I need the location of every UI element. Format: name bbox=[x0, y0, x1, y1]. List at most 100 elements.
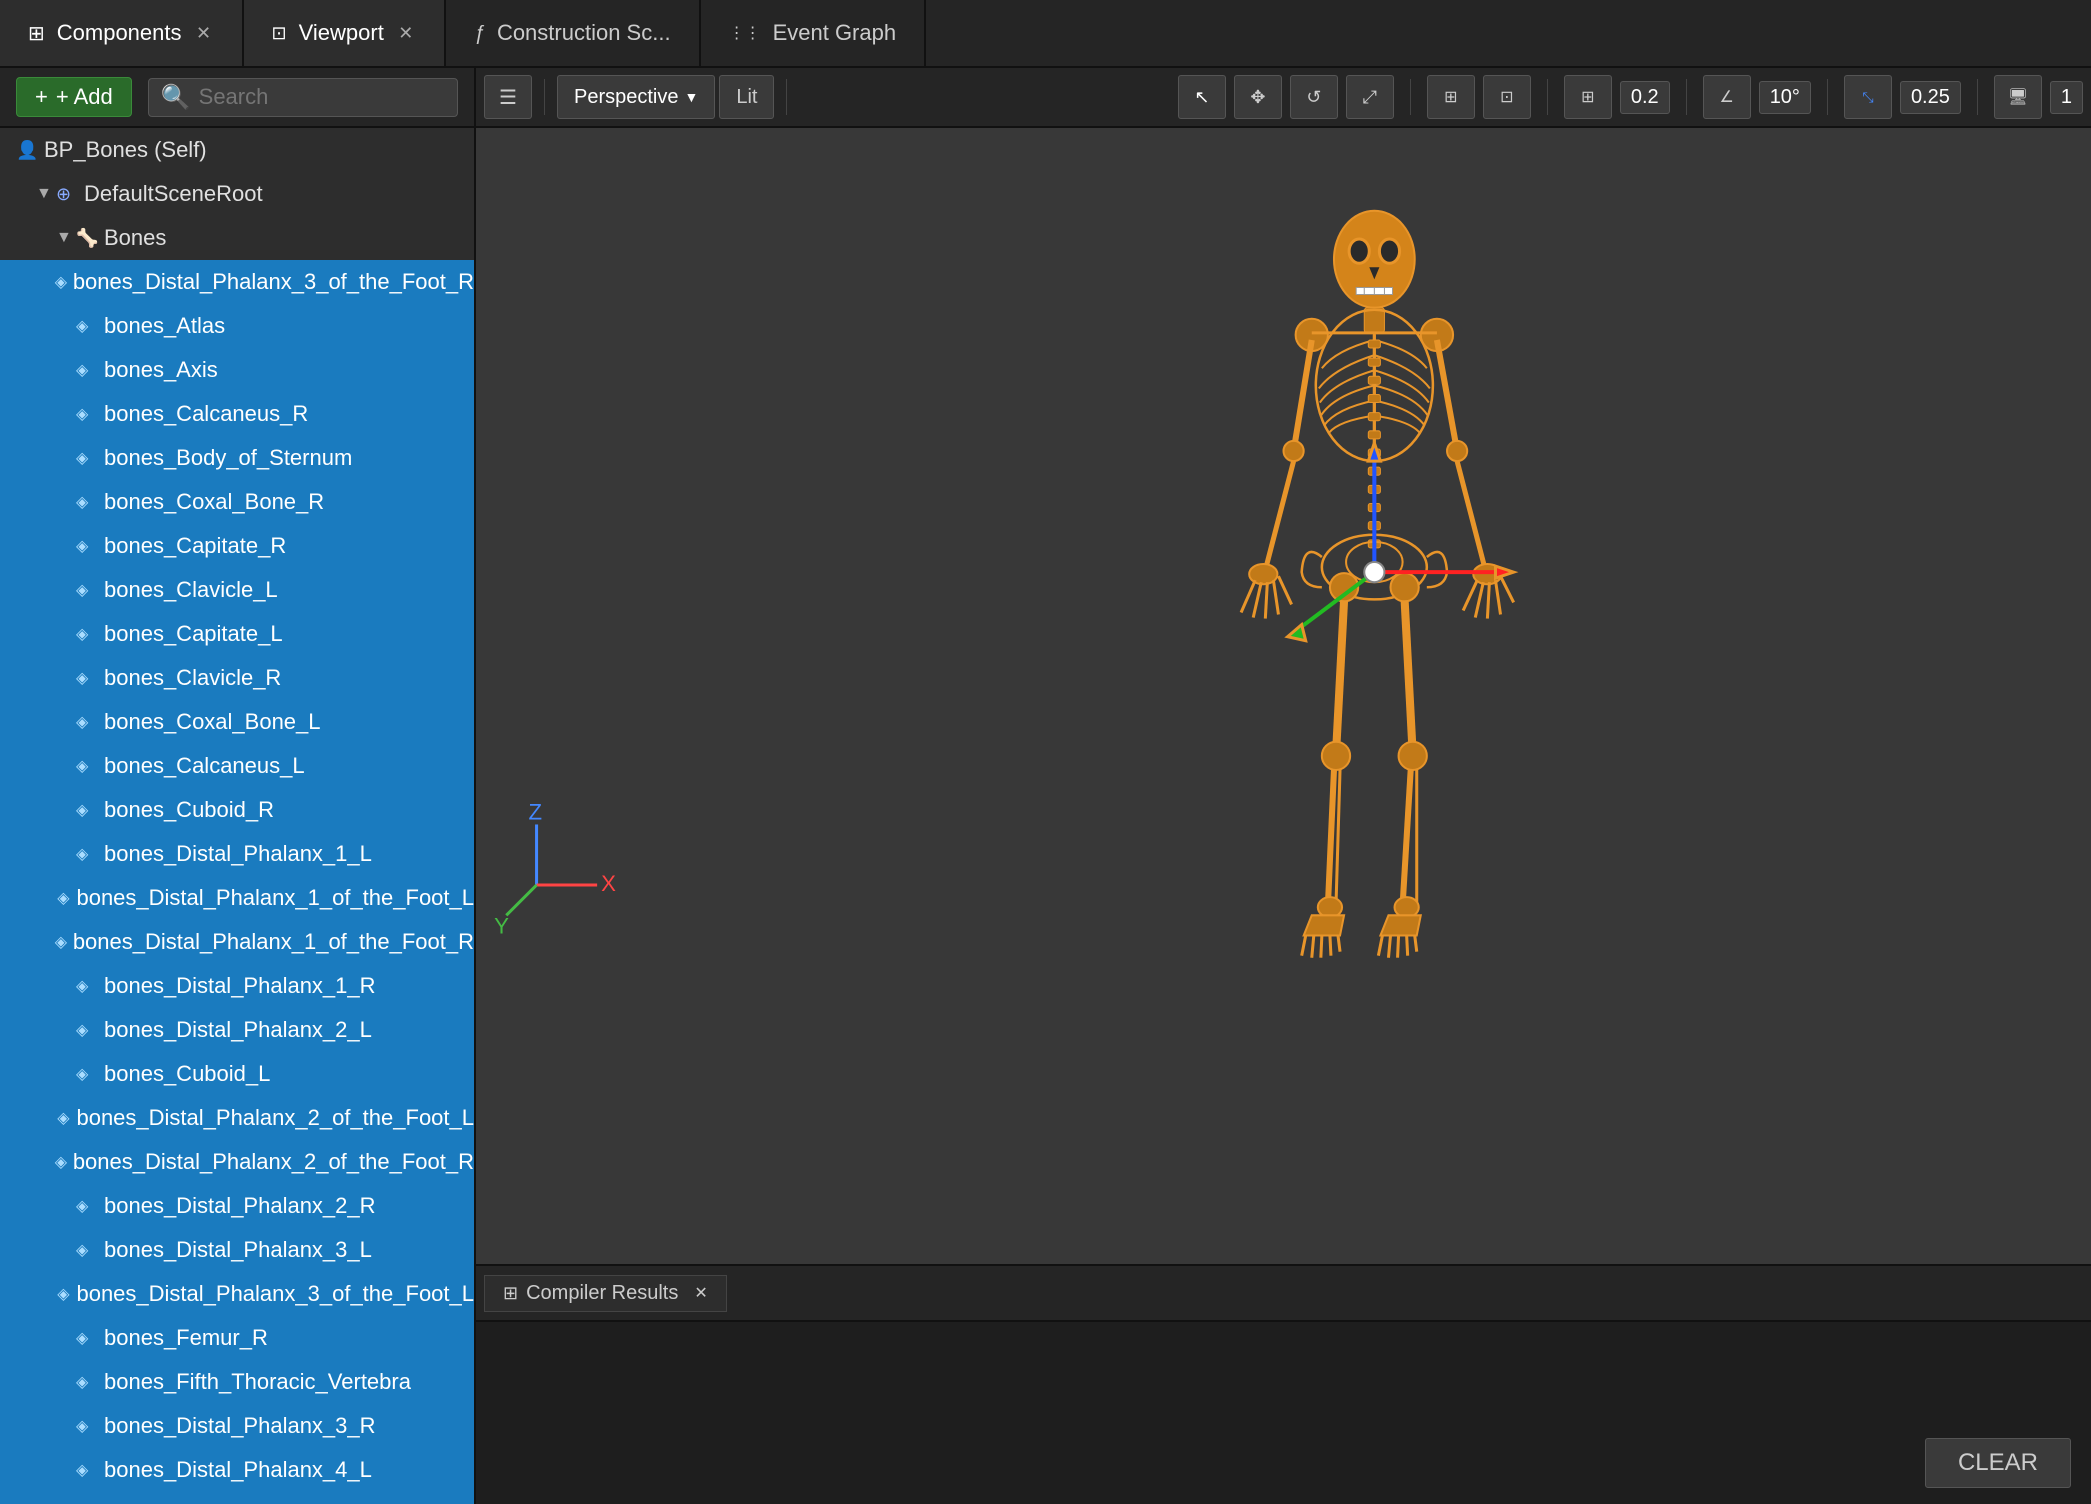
tree-item-b22[interactable]: ◈ bones_Distal_Phalanx_2_R bbox=[0, 1184, 474, 1228]
svg-text:X: X bbox=[601, 871, 616, 896]
tree-item-b6[interactable]: ◈ bones_Coxal_Bone_R bbox=[0, 480, 474, 524]
bone-icon-b8: ◈ bbox=[76, 580, 104, 600]
tree-item-b4[interactable]: ◈ bones_Calcaneus_R bbox=[0, 392, 474, 436]
lit-button[interactable]: Lit bbox=[719, 75, 774, 119]
lit-label: Lit bbox=[736, 86, 757, 109]
tree-item-b18[interactable]: ◈ bones_Distal_Phalanx_2_L bbox=[0, 1008, 474, 1052]
separator-6 bbox=[1827, 79, 1828, 115]
bone-icon-b26: ◈ bbox=[76, 1372, 104, 1392]
bone-label-b23: bones_Distal_Phalanx_3_L bbox=[104, 1237, 372, 1263]
compiler-results-tab-label: Compiler Results bbox=[526, 1282, 678, 1305]
bone-label-b5: bones_Body_of_Sternum bbox=[104, 445, 352, 471]
skeleton-svg: Z X Y bbox=[476, 128, 2091, 1036]
tree-item-b8[interactable]: ◈ bones_Clavicle_L bbox=[0, 568, 474, 612]
compiler-results-close-icon[interactable]: ✕ bbox=[694, 1283, 707, 1303]
tree-item-b2[interactable]: ◈ bones_Atlas bbox=[0, 304, 474, 348]
grid-value: 0.2 bbox=[1620, 81, 1670, 114]
bone-icon-b7: ◈ bbox=[76, 536, 104, 556]
bone-label-b13: bones_Cuboid_R bbox=[104, 797, 274, 823]
bone-icon-b21: ◈ bbox=[55, 1152, 73, 1172]
bone-label-b6: bones_Coxal_Bone_R bbox=[104, 489, 324, 515]
move-tool-button[interactable]: ✥ bbox=[1234, 75, 1282, 119]
tree-item-b21[interactable]: ◈ bones_Distal_Phalanx_2_of_the_Foot_R bbox=[0, 1140, 474, 1184]
tree-item-b12[interactable]: ◈ bones_Calcaneus_L bbox=[0, 744, 474, 788]
viewport-tab-close[interactable]: ✕ bbox=[396, 23, 416, 43]
right-panel: ☰ Perspective ▼ Lit ↖ ✥ ↺ ⤢ ⊞ bbox=[476, 68, 2091, 1504]
tree-item-b27[interactable]: ◈ bones_Distal_Phalanx_3_R bbox=[0, 1404, 474, 1448]
snap-button[interactable]: ⊞ bbox=[1427, 75, 1475, 119]
tree-item-default-scene-root[interactable]: ▼ ⊕ DefaultSceneRoot bbox=[0, 172, 474, 216]
tree-item-b15[interactable]: ◈ bones_Distal_Phalanx_1_of_the_Foot_L bbox=[0, 876, 474, 920]
bone-icon-b12: ◈ bbox=[76, 756, 104, 776]
clear-button[interactable]: CLEAR bbox=[1925, 1438, 2071, 1488]
tab-eventgraph[interactable]: ⋮⋮ Event Graph bbox=[701, 0, 927, 66]
separator-3 bbox=[1410, 79, 1411, 115]
tree-item-b13[interactable]: ◈ bones_Cuboid_R bbox=[0, 788, 474, 832]
add-button[interactable]: + + Add bbox=[16, 77, 132, 117]
bone-icon-b17: ◈ bbox=[76, 976, 104, 996]
separator-5 bbox=[1686, 79, 1687, 115]
person-icon: 👤 bbox=[16, 140, 44, 161]
select-cursor-button[interactable]: ↖ bbox=[1178, 75, 1226, 119]
tab-viewport[interactable]: ⊡ Viewport ✕ bbox=[244, 0, 446, 66]
tree-item-b16[interactable]: ◈ bones_Distal_Phalanx_1_of_the_Foot_R bbox=[0, 920, 474, 964]
tree-item-b19[interactable]: ◈ bones_Cuboid_L bbox=[0, 1052, 474, 1096]
tree-item-b25[interactable]: ◈ bones_Femur_R bbox=[0, 1316, 474, 1360]
main-layout: + + Add 🔍 👤 BP_Bones (Self) ▼ ⊕ DefaultS… bbox=[0, 68, 2091, 1504]
bone-icon-b18: ◈ bbox=[76, 1020, 104, 1040]
tree-item-b24[interactable]: ◈ bones_Distal_Phalanx_3_of_the_Foot_L bbox=[0, 1272, 474, 1316]
scale-value: 0.25 bbox=[1900, 81, 1961, 114]
add-label: + Add bbox=[56, 84, 113, 110]
bones-arrow: ▼ bbox=[56, 229, 76, 247]
perspective-arrow-icon: ▼ bbox=[685, 89, 699, 105]
rotate-tool-button[interactable]: ↺ bbox=[1290, 75, 1338, 119]
tree-item-b11[interactable]: ◈ bones_Coxal_Bone_L bbox=[0, 700, 474, 744]
screen-value: 1 bbox=[2050, 81, 2083, 114]
tab-construction[interactable]: ƒ Construction Sc... bbox=[446, 0, 701, 66]
bone-icon-b11: ◈ bbox=[76, 712, 104, 732]
tree-item-b10[interactable]: ◈ bones_Clavicle_R bbox=[0, 656, 474, 700]
tree-item-b14[interactable]: ◈ bones_Distal_Phalanx_1_L bbox=[0, 832, 474, 876]
tree-item-b9[interactable]: ◈ bones_Capitate_L bbox=[0, 612, 474, 656]
search-icon: 🔍 bbox=[161, 83, 191, 112]
bone-icon-b1: ◈ bbox=[55, 272, 73, 292]
tree-item-b17[interactable]: ◈ bones_Distal_Phalanx_1_R bbox=[0, 964, 474, 1008]
tree-item-b23[interactable]: ◈ bones_Distal_Phalanx_3_L bbox=[0, 1228, 474, 1272]
tree-item-b26[interactable]: ◈ bones_Fifth_Thoracic_Vertebra bbox=[0, 1360, 474, 1404]
bone-icon-b4: ◈ bbox=[76, 404, 104, 424]
compiler-results-panel: ⊞ Compiler Results ✕ CLEAR bbox=[476, 1264, 2091, 1504]
tree-item-b7[interactable]: ◈ bones_Capitate_R bbox=[0, 524, 474, 568]
bone-icon-b9: ◈ bbox=[76, 624, 104, 644]
bone-label-b16: bones_Distal_Phalanx_1_of_the_Foot_R bbox=[73, 929, 474, 955]
bone-icon-b19: ◈ bbox=[76, 1064, 104, 1084]
components-tab-close[interactable]: ✕ bbox=[194, 23, 214, 43]
scale-tool-button[interactable]: ⤢ bbox=[1346, 75, 1394, 119]
perspective-button[interactable]: Perspective ▼ bbox=[557, 75, 715, 119]
tab-components[interactable]: ⊞ Components ✕ bbox=[0, 0, 244, 66]
component-tree[interactable]: 👤 BP_Bones (Self) ▼ ⊕ DefaultSceneRoot ▼… bbox=[0, 128, 474, 1504]
eventgraph-tab-icon: ⋮⋮ bbox=[729, 23, 761, 43]
bone-label-b8: bones_Clavicle_L bbox=[104, 577, 278, 603]
bone-label-b28: bones_Distal_Phalanx_4_L bbox=[104, 1457, 372, 1483]
add-plus-icon: + bbox=[35, 84, 48, 110]
tree-item-b3[interactable]: ◈ bones_Axis bbox=[0, 348, 474, 392]
snap-settings-button[interactable]: ⊡ bbox=[1483, 75, 1531, 119]
bone-icon-b23: ◈ bbox=[76, 1240, 104, 1260]
tree-item-b1[interactable]: ◈ bones_Distal_Phalanx_3_of_the_Foot_R bbox=[0, 260, 474, 304]
scene-root-arrow: ▼ bbox=[36, 185, 56, 203]
compiler-results-tab[interactable]: ⊞ Compiler Results ✕ bbox=[484, 1275, 727, 1312]
search-input[interactable] bbox=[199, 84, 445, 110]
bone-icon-b6: ◈ bbox=[76, 492, 104, 512]
tree-item-b5[interactable]: ◈ bones_Body_of_Sternum bbox=[0, 436, 474, 480]
tree-item-b29[interactable]: ◈ bones_Distal_Phalanx_4_of_the_Foot_L bbox=[0, 1492, 474, 1504]
tree-item-bones[interactable]: ▼ 🦴 Bones bbox=[0, 216, 474, 260]
viewport-menu-button[interactable]: ☰ bbox=[484, 75, 532, 119]
bone-icon-b20: ◈ bbox=[57, 1108, 76, 1128]
tree-item-b20[interactable]: ◈ bones_Distal_Phalanx_2_of_the_Foot_L bbox=[0, 1096, 474, 1140]
bone-label-b7: bones_Capitate_R bbox=[104, 533, 286, 559]
svg-text:Z: Z bbox=[528, 799, 542, 824]
tree-item-bp-bones[interactable]: 👤 BP_Bones (Self) bbox=[0, 128, 474, 172]
viewport-canvas[interactable]: Z X Y bbox=[476, 128, 2091, 1264]
search-box[interactable]: 🔍 bbox=[148, 78, 458, 117]
tree-item-b28[interactable]: ◈ bones_Distal_Phalanx_4_L bbox=[0, 1448, 474, 1492]
